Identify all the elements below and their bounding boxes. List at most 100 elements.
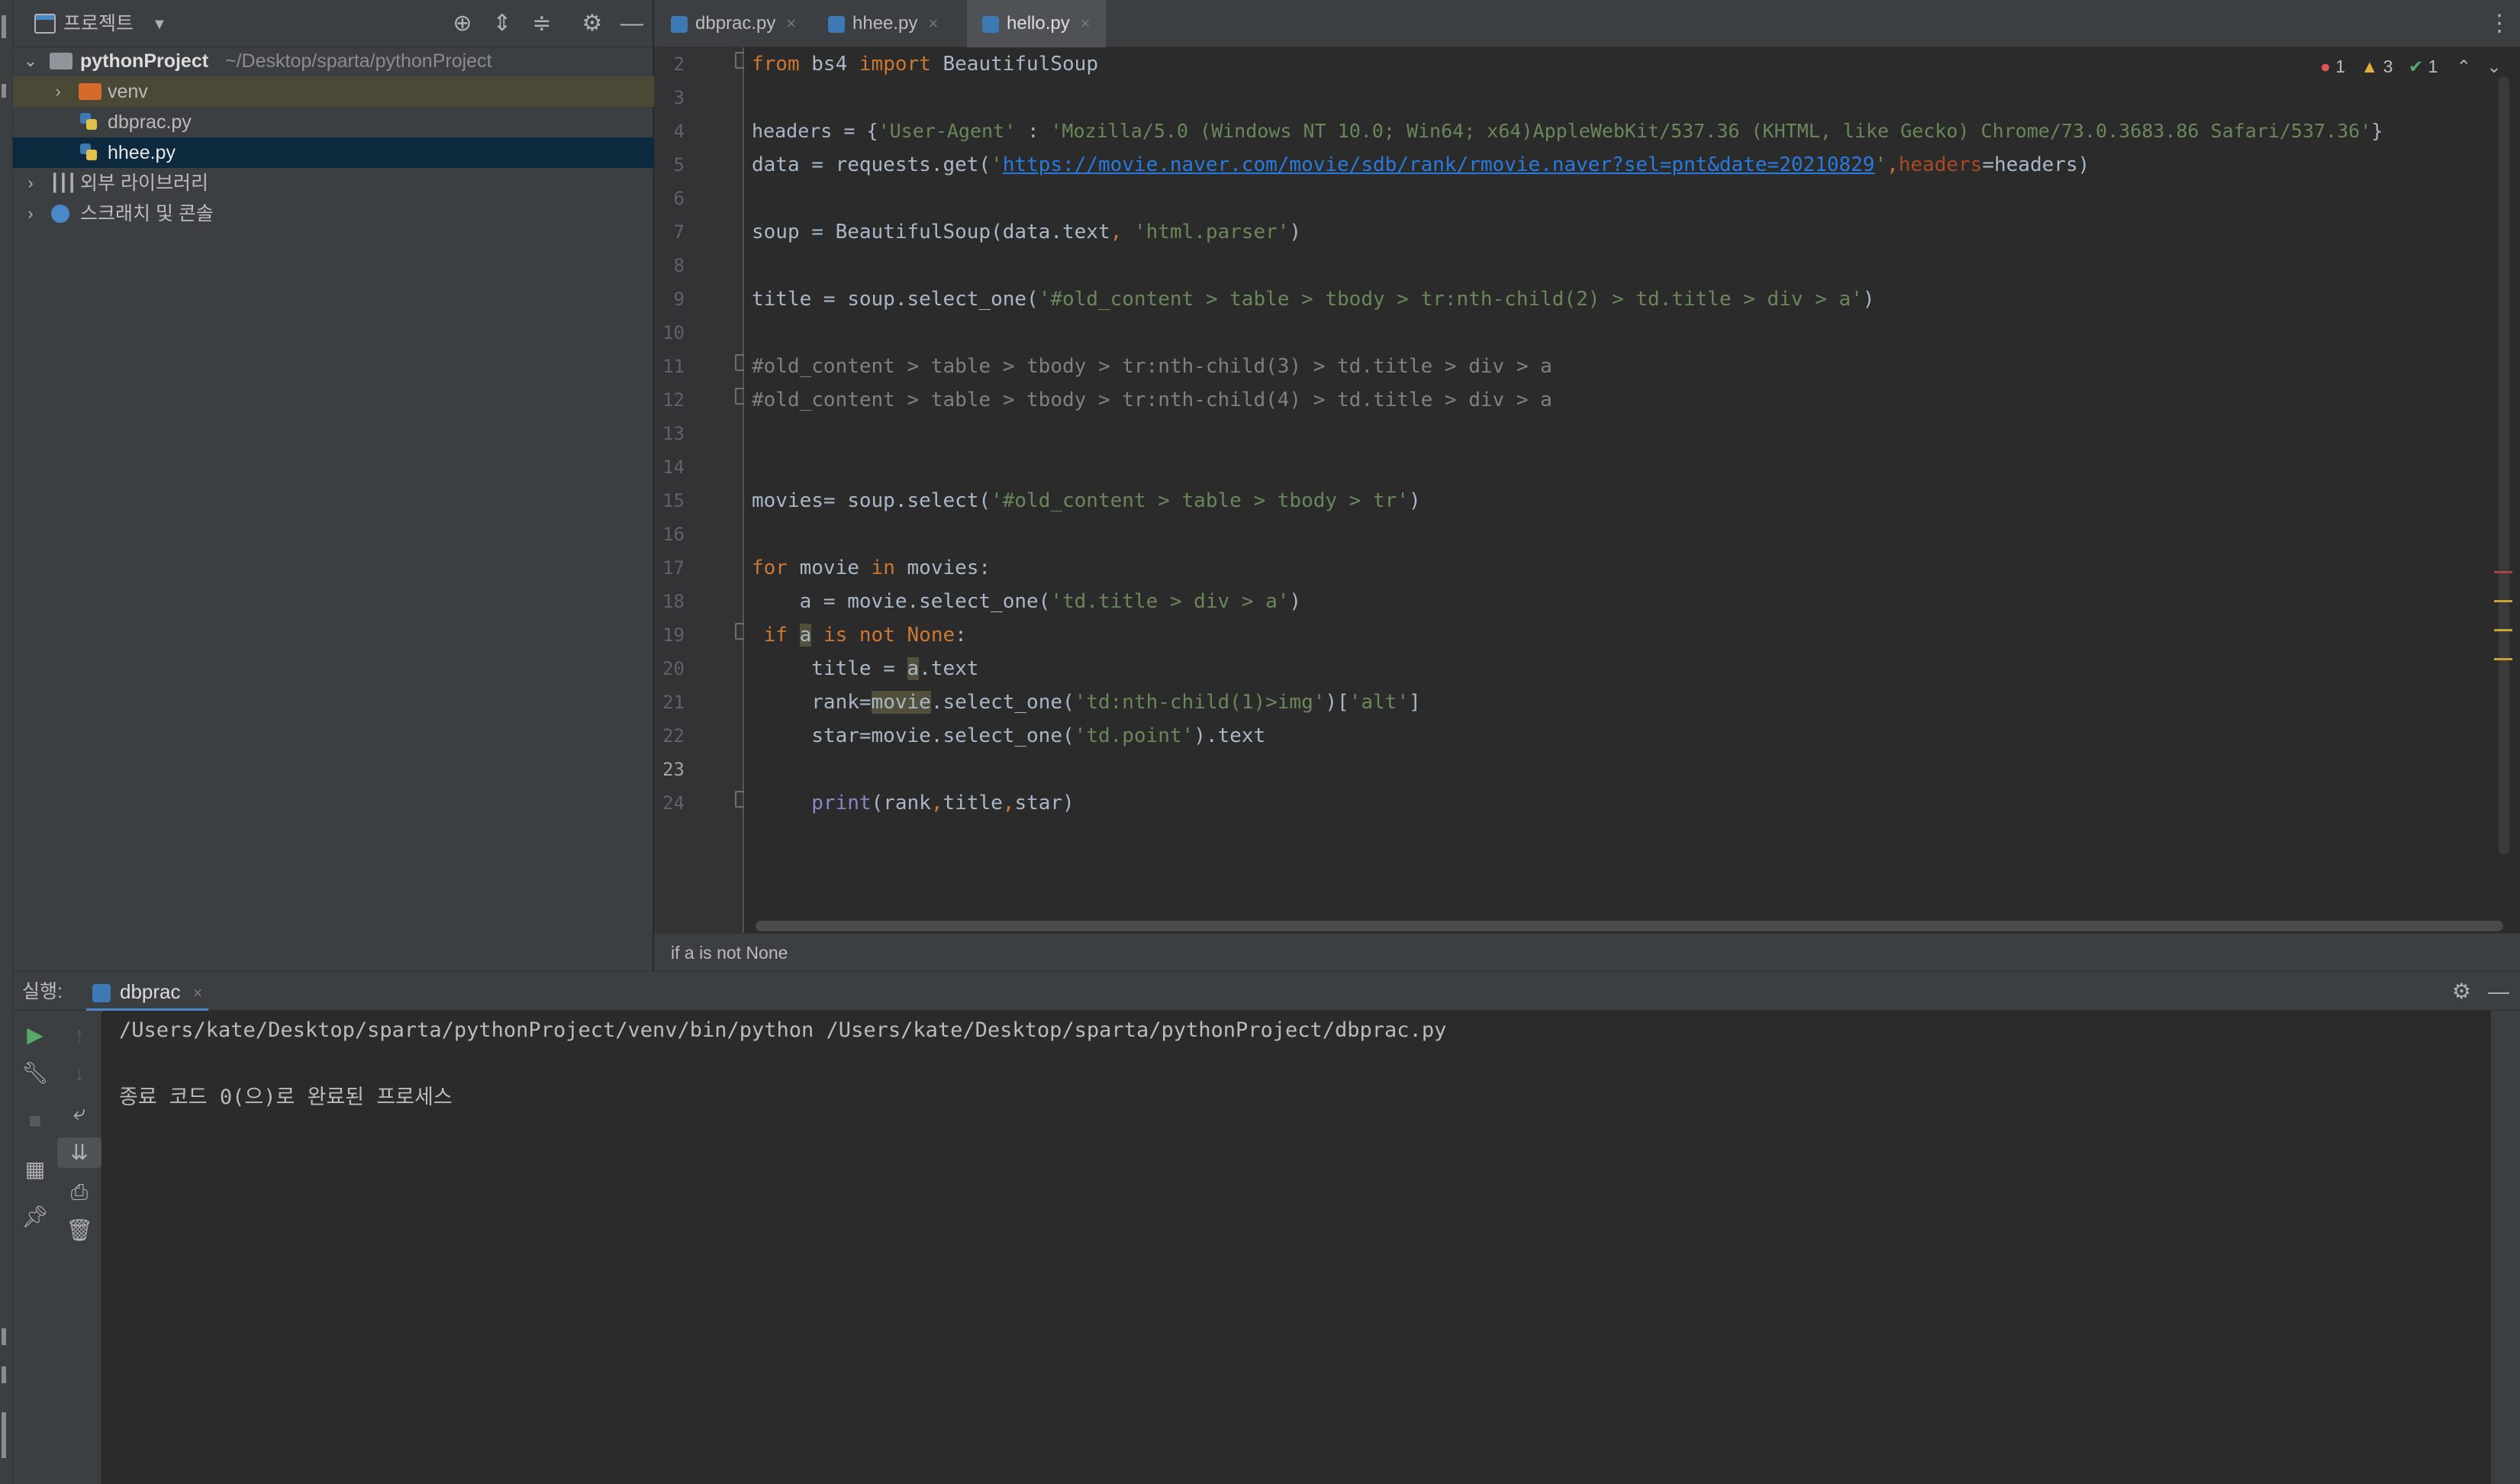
tree-item-label: pythonProject [80,50,209,72]
arrow-up-icon[interactable]: ↑ [57,1020,102,1050]
pin-icon[interactable]: 📌︎ [13,1202,57,1232]
chevron-down-icon[interactable]: ⌄ [22,46,39,76]
chevron-right-icon[interactable]: › [22,168,39,198]
warning-stripe-mark[interactable] [2494,600,2512,602]
tree-item-label: venv [108,81,148,102]
inspection-widget[interactable]: ● 1 ▲ 3 ✔ 1 ⌃ ⌄ [2320,55,2502,78]
python-file-icon [982,15,999,33]
line-number: 19 [662,624,685,646]
chevron-right-icon[interactable]: › [22,198,39,229]
trash-icon[interactable]: 🗑︎ [57,1215,102,1246]
line-number: 3 [673,87,685,108]
chevron-up-icon[interactable]: ⌃ [2457,56,2471,76]
line-number: 13 [662,423,685,444]
project-view-icon [34,14,56,34]
tab-hhee[interactable]: hhee.py × [828,0,938,47]
console-line: /Users/kate/Desktop/sparta/pythonProject… [119,1018,1447,1042]
line-number-current: 23 [662,759,685,780]
console-line: 종료 코드 0(으)로 완료된 프로세스 [119,1086,453,1109]
line-number: 8 [673,255,685,276]
expand-all-icon[interactable]: ⇕ [488,9,517,38]
stripe-mark[interactable] [2,15,6,38]
close-icon[interactable]: × [1081,14,1091,33]
error-count: 1 [2335,56,2346,76]
stripe-mark[interactable] [2,84,6,98]
line-number: 18 [662,591,685,612]
run-console[interactable]: /Users/kate/Desktop/sparta/pythonProject… [102,1011,2491,1484]
breadcrumb-item[interactable]: if a is not None [671,934,788,972]
left-tool-stripe [0,0,13,1484]
more-tabs-icon[interactable]: ⋮ [2488,0,2511,47]
stripe-mark[interactable] [2,1412,6,1458]
code-line: title = soup.select_one('#old_content > … [752,288,1875,311]
code-line: from bs4 import BeautifulSoup [752,53,1098,76]
line-number: 20 [662,658,685,679]
run-toolbar-primary: ▶ 🔧︎ ■ ▦ 📌︎ [13,1011,57,1484]
chevron-down-icon[interactable]: ▼ [152,0,167,49]
line-number: 9 [673,289,685,310]
run-tab-dbprac[interactable]: dbprac × [86,972,209,1012]
line-number: 16 [662,524,685,545]
tree-item-pythonproject[interactable]: ⌄ pythonProject ~/Desktop/sparta/pythonP… [13,46,654,76]
tab-dbprac[interactable]: dbprac.py × [671,0,796,47]
code-line: #old_content > table > tbody > tr:nth-ch… [752,355,1552,378]
close-icon[interactable]: × [928,14,938,33]
tree-item-label: dbprac.py [108,111,192,133]
print-icon[interactable]: ⎙ [57,1177,102,1208]
warning-stripe-mark[interactable] [2494,658,2512,660]
run-label: 실행: [22,981,63,1002]
warning-stripe-mark[interactable] [2494,629,2512,631]
wrench-icon[interactable]: 🔧︎ [13,1058,57,1089]
url-link[interactable]: https://movie.naver.com/movie/sdb/rank/r… [1003,153,1875,176]
code-line: star=movie.select_one('td.point').text [752,724,1266,747]
project-panel-title[interactable]: 프로젝트 [63,0,134,47]
tree-item-label: 스크래치 및 콘솔 [80,203,214,224]
tree-item-scratches[interactable]: › 스크래치 및 콘솔 [13,198,654,229]
minimize-icon[interactable]: — [2488,972,2509,1011]
tree-item-hhee[interactable]: hhee.py [13,137,654,168]
editor-horizontal-scrollbar[interactable] [756,921,2503,931]
breadcrumb: if a is not None [654,933,2520,971]
close-icon[interactable]: × [193,983,203,1002]
chevron-down-icon[interactable]: ⌄ [2486,56,2501,76]
locate-icon[interactable]: ⊕ [448,9,477,38]
error-stripe-mark[interactable] [2494,571,2512,573]
line-number: 11 [662,356,685,377]
rerun-icon[interactable]: ▶ [13,1020,57,1050]
python-file-icon [92,984,111,1003]
tree-item-path: ~/Desktop/sparta/pythonProject [225,50,492,72]
warning-icon: ▲ [2360,56,2379,76]
minimize-icon[interactable]: — [617,9,646,38]
gear-icon[interactable]: ⚙ [2452,972,2471,1011]
python-file-icon [671,15,688,33]
chevron-right-icon[interactable]: › [50,76,66,107]
line-number: 24 [662,792,685,814]
scroll-to-end-icon[interactable]: ⇊ [57,1137,102,1168]
gear-icon[interactable]: ⚙ [578,9,607,38]
code-line: headers = {'User-Agent' : 'Mozilla/5.0 (… [752,120,2383,142]
arrow-down-icon[interactable]: ↓ [57,1058,102,1089]
code-line: title = a.text [752,657,979,680]
library-icon: ┃┃┃ [50,173,77,192]
python-file-icon [828,15,845,33]
editor-vertical-scrollbar[interactable] [2499,76,2509,855]
layout-icon[interactable]: ▦ [13,1154,57,1185]
stop-icon[interactable]: ■ [13,1105,57,1136]
stripe-mark[interactable] [2,1328,6,1345]
code-line: soup = BeautifulSoup(data.text, 'html.pa… [752,221,1302,244]
tab-hello[interactable]: hello.py × [967,0,1106,51]
project-panel-header: 프로젝트 ▼ ⊕ ⇕ ≑ ⚙ — [13,0,654,47]
tree-item-venv[interactable]: › venv [13,76,654,107]
line-number: 17 [662,557,685,579]
line-number-gutter: 2 3 4 5 6 7 8 9 10 11 12 13 14 15 16 17 … [654,47,744,933]
collapse-all-icon[interactable]: ≑ [527,9,556,38]
code-editor[interactable]: from bs4 import BeautifulSoup headers = … [744,47,2520,933]
tree-item-external-libraries[interactable]: › ┃┃┃ 외부 라이브러리 [13,168,654,198]
line-number: 4 [673,121,685,142]
stripe-mark[interactable] [2,1366,6,1383]
close-icon[interactable]: × [786,14,796,33]
soft-wrap-icon[interactable]: ⤶ [57,1098,102,1128]
ok-count: 1 [2428,56,2438,76]
tree-item-dbprac[interactable]: dbprac.py [13,107,654,137]
console-scrollbar[interactable] [2491,1011,2520,1484]
